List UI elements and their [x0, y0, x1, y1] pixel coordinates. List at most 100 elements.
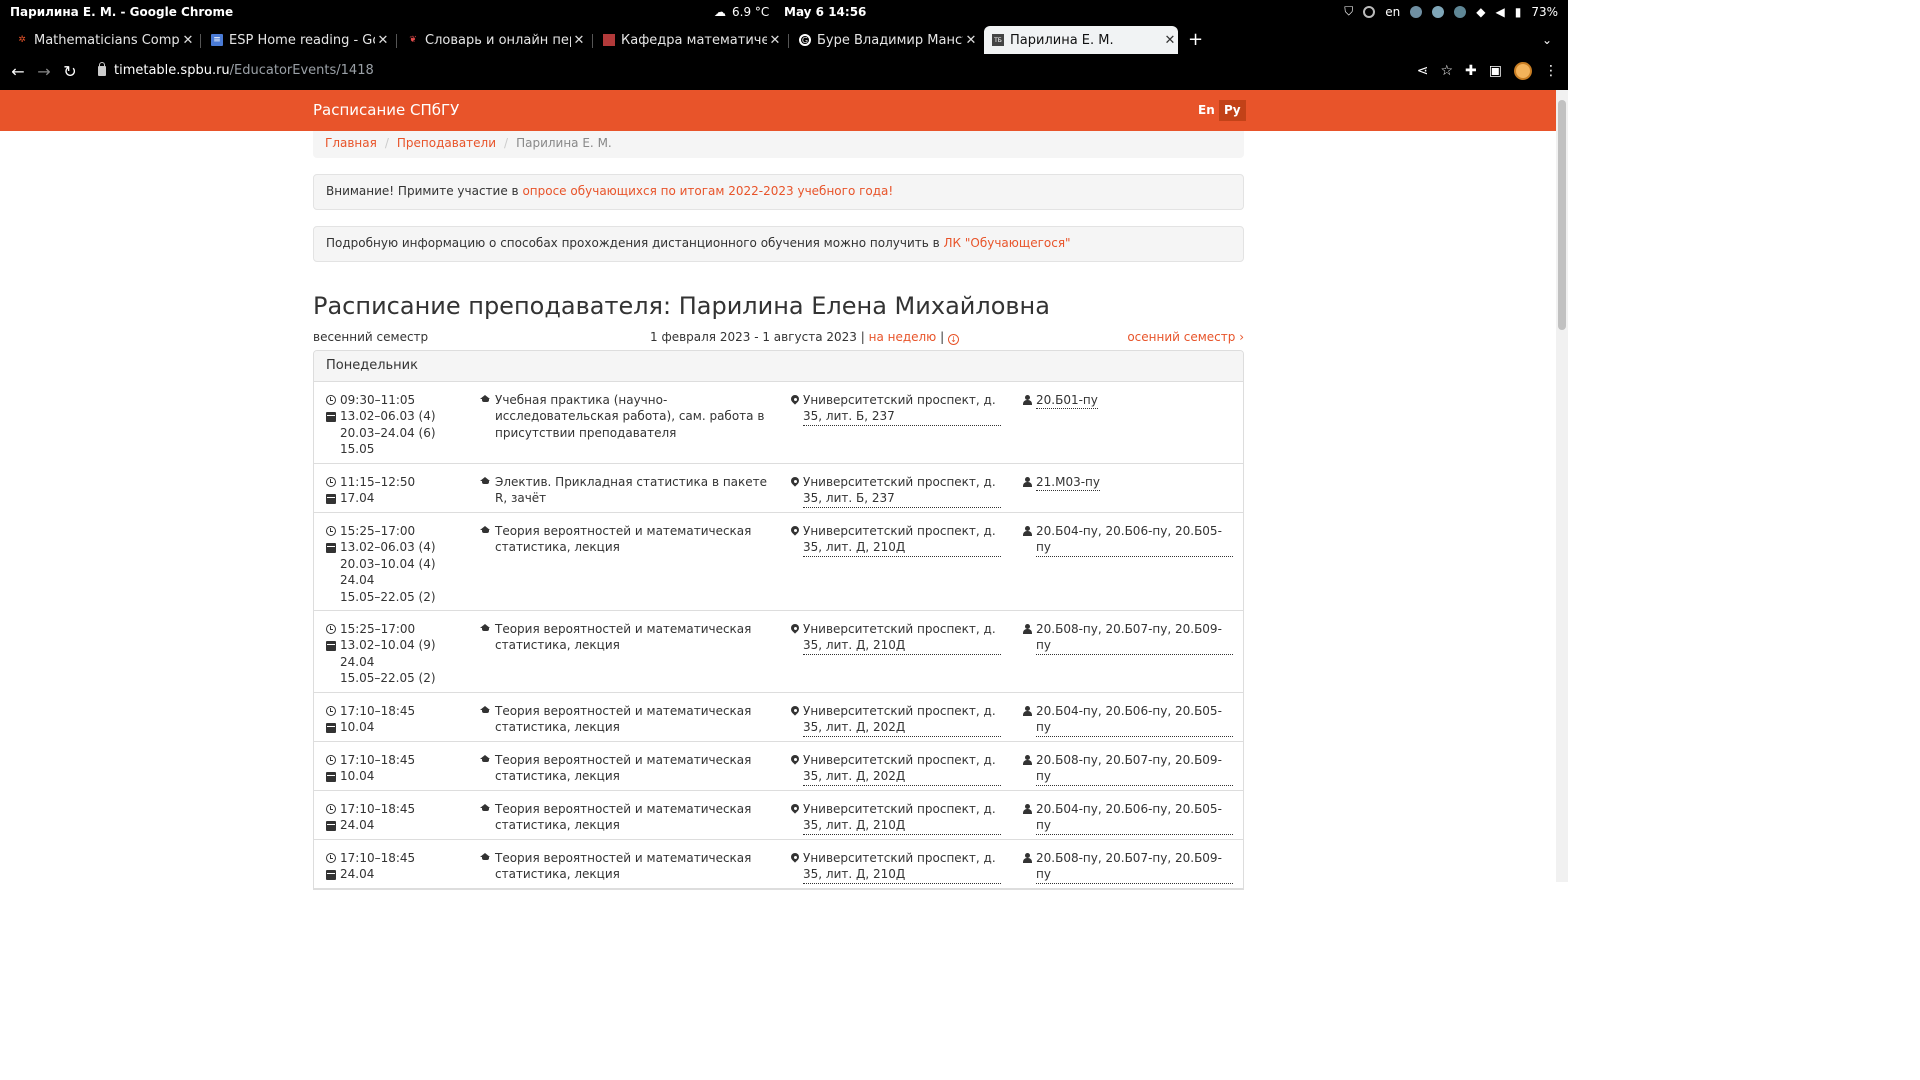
chrome-menu-icon[interactable]: ⋮: [1544, 63, 1558, 79]
wifi-icon[interactable]: ◆: [1476, 5, 1485, 19]
app-indicator-icon[interactable]: [1432, 5, 1445, 18]
student-account-link[interactable]: ЛК "Обучающегося": [944, 236, 1071, 250]
status-ring-icon[interactable]: [1363, 5, 1376, 18]
tab-label: ESP Home reading - Goo: [229, 32, 375, 48]
event-groups-link[interactable]: 20.Б04-пу, 20.Б06-пу, 20.Б05-пу: [1036, 523, 1233, 557]
user-icon: [1023, 526, 1032, 537]
clock-icon: [326, 526, 336, 537]
close-tab-icon[interactable]: ✕: [375, 33, 391, 48]
weather-indicator[interactable]: ☁ 6.9 °C: [714, 5, 769, 19]
forward-arrow-icon[interactable]: →: [34, 62, 54, 82]
download-icon[interactable]: ↓: [947, 334, 959, 345]
event-time: 15:25–17:00: [340, 524, 416, 538]
event-groups-link[interactable]: 20.Б08-пу, 20.Б07-пу, 20.Б09-пу: [1036, 621, 1233, 655]
address-bar[interactable]: timetable.spbu.ru/EducatorEvents/1418: [98, 61, 374, 78]
event-location-link[interactable]: Университетский проспект, д. 35, лит. Б,…: [803, 474, 1001, 508]
app-indicator-icon[interactable]: [1410, 5, 1423, 18]
user-icon: [1023, 853, 1032, 864]
close-tab-icon[interactable]: ✕: [1162, 33, 1178, 48]
browser-tab[interactable]: ≡ ESP Home reading - Goo ✕: [205, 26, 391, 54]
breadcrumb-home[interactable]: Главная: [325, 136, 377, 153]
browser-tab[interactable]: G Буре Владимир Мансур ✕: [793, 26, 979, 54]
clock-icon: [326, 755, 336, 766]
event-time: 17:10–18:45: [340, 704, 416, 718]
user-icon: [1023, 477, 1032, 488]
clock[interactable]: May 6 14:56: [784, 5, 866, 19]
app-indicator-icon[interactable]: [1454, 5, 1467, 18]
event-subject: Электив. Прикладная статистика в пакете …: [495, 475, 768, 506]
volume-icon[interactable]: ◀: [1495, 5, 1504, 19]
tab-search-icon[interactable]: ⌄: [1542, 26, 1552, 54]
event-location-link[interactable]: Университетский проспект, д. 35, лит. Д,…: [803, 523, 1001, 557]
event-location-link[interactable]: Университетский проспект, д. 35, лит. Б,…: [803, 392, 1001, 426]
day-heading: Понедельник: [314, 351, 1243, 382]
bookmark-star-icon[interactable]: ☆: [1440, 63, 1453, 79]
site-brand[interactable]: Расписание СПбГУ: [313, 101, 459, 119]
event-location-link[interactable]: Университетский проспект, д. 35, лит. Д,…: [803, 752, 1001, 786]
clock-icon: [326, 706, 336, 717]
events-list: 09:30–11:05 13.02–06.03 (4) 20.03–24.04 (…: [314, 382, 1243, 889]
event-location-cell: Университетский проспект, д. 35, лит. Д,…: [791, 850, 1001, 884]
event-groups-link[interactable]: 20.Б08-пу, 20.Б07-пу, 20.Б09-пу: [1036, 752, 1233, 786]
breadcrumb-separator: /: [504, 136, 509, 150]
reload-icon[interactable]: ↻: [60, 62, 80, 82]
event-groups-link[interactable]: 20.Б04-пу, 20.Б06-пу, 20.Б05-пу: [1036, 801, 1233, 835]
lang-en-link[interactable]: En: [1193, 100, 1220, 121]
event-date: 10.04: [340, 720, 375, 735]
browser-tab-active[interactable]: ТБ Парилина Е. М. ✕: [984, 26, 1178, 54]
breadcrumb: Главная / Преподаватели / Парилина Е. М.: [313, 131, 1244, 158]
event-groups-link[interactable]: 20.Б08-пу, 20.Б07-пу, 20.Б09-пу: [1036, 850, 1233, 884]
share-icon[interactable]: ⋖: [1417, 63, 1429, 79]
dictionary-favicon-icon: ❦: [409, 35, 417, 45]
event-subject-cell: Электив. Прикладная статистика в пакете …: [480, 474, 780, 507]
event-location-link[interactable]: Университетский проспект, д. 35, лит. Д,…: [803, 801, 1001, 835]
browser-tab[interactable]: ✲ Mathematicians Complet ✕: [10, 26, 196, 54]
map-marker-icon: [791, 853, 799, 864]
side-panel-icon[interactable]: ▣: [1489, 63, 1502, 79]
close-tab-icon[interactable]: ✕: [767, 33, 783, 48]
event-groups-link[interactable]: 20.Б04-пу, 20.Б06-пу, 20.Б05-пу: [1036, 703, 1233, 737]
event-subject-cell: Теория вероятностей и математическая ста…: [480, 801, 780, 834]
event-subject: Теория вероятностей и математическая ста…: [495, 851, 752, 882]
profile-avatar[interactable]: [1514, 62, 1532, 80]
event-time: 17:10–18:45: [340, 851, 416, 865]
close-tab-icon[interactable]: ✕: [571, 33, 587, 48]
event-location-link[interactable]: Университетский проспект, д. 35, лит. Д,…: [803, 621, 1001, 655]
event-date: 13.02–06.03 (4): [340, 540, 436, 555]
breadcrumb-teachers[interactable]: Преподаватели: [397, 136, 496, 153]
current-semester-label: весенний семестр: [313, 330, 429, 344]
event-location-link[interactable]: Университетский проспект, д. 35, лит. Д,…: [803, 850, 1001, 884]
lock-icon[interactable]: [98, 61, 106, 76]
lang-ru-link[interactable]: Ру: [1219, 100, 1246, 121]
keyboard-layout[interactable]: en: [1385, 5, 1400, 19]
event-location-cell: Университетский проспект, д. 35, лит. Б,…: [791, 392, 1001, 426]
event-time-cell: 17:10–18:45 10.04: [326, 703, 476, 736]
graduation-cap-icon: [480, 755, 491, 763]
timetable-favicon-icon: ТБ: [992, 34, 1004, 46]
google-favicon-icon: G: [799, 34, 811, 46]
close-tab-icon[interactable]: ✕: [180, 33, 196, 48]
event-groups-link[interactable]: 21.М03-пу: [1036, 474, 1100, 492]
graduation-cap-icon: [480, 624, 491, 632]
battery-icon[interactable]: ▮: [1515, 5, 1522, 19]
weather-temp: 6.9 °C: [732, 5, 770, 19]
extensions-puzzle-icon[interactable]: ✚: [1465, 63, 1477, 79]
survey-link[interactable]: опросе обучающихся по итогам 2022-2023 у…: [522, 184, 893, 198]
shield-icon[interactable]: ⛉: [1344, 4, 1353, 19]
event-groups-link[interactable]: 20.Б01-пу: [1036, 392, 1098, 410]
back-arrow-icon[interactable]: ←: [8, 62, 28, 82]
browser-tab[interactable]: Кафедра математическ ✕: [597, 26, 783, 54]
new-tab-button[interactable]: +: [1188, 26, 1206, 54]
event-time-cell: 11:15–12:50 17.04: [326, 474, 476, 507]
close-tab-icon[interactable]: ✕: [963, 33, 979, 48]
event-time: 17:10–18:45: [340, 802, 416, 816]
event-groups-cell: 20.Б04-пу, 20.Б06-пу, 20.Б05-пу: [1023, 703, 1233, 737]
calendar-icon: [326, 722, 336, 733]
week-view-link[interactable]: на неделю: [869, 330, 937, 344]
event-location-cell: Университетский проспект, д. 35, лит. Д,…: [791, 801, 1001, 835]
page-scrollbar[interactable]: [1556, 90, 1568, 882]
browser-tab[interactable]: ❦ Словарь и онлайн пере ✕: [401, 26, 587, 54]
event-location-link[interactable]: Университетский проспект, д. 35, лит. Д,…: [803, 703, 1001, 737]
next-semester-link[interactable]: осенний семестр ›: [1127, 330, 1244, 344]
scrollbar-thumb[interactable]: [1558, 100, 1566, 330]
